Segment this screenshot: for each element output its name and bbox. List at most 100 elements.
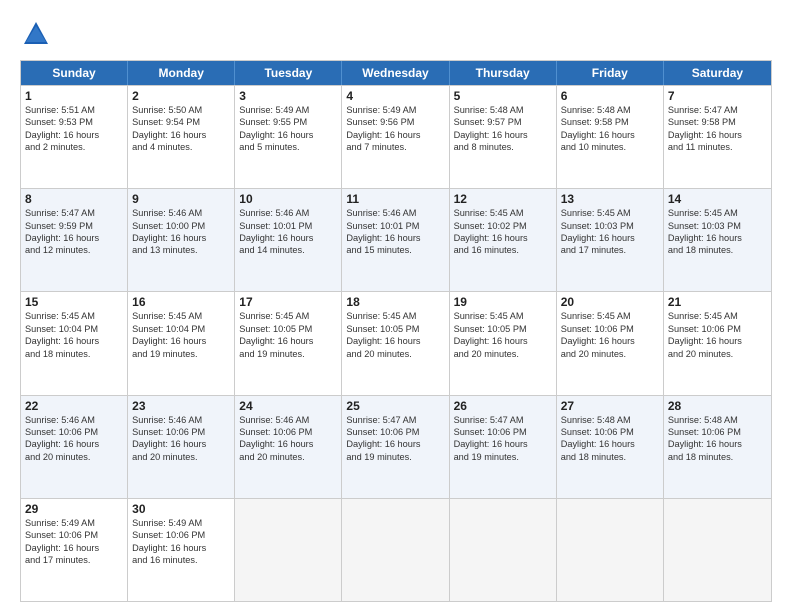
cell-line: and 18 minutes. [668, 451, 767, 463]
cell-line: Sunrise: 5:45 AM [561, 310, 659, 322]
cell-line: and 8 minutes. [454, 141, 552, 153]
cell-line: and 20 minutes. [132, 451, 230, 463]
day-number: 7 [668, 89, 767, 103]
cell-line: and 19 minutes. [239, 348, 337, 360]
cell-line: and 16 minutes. [454, 244, 552, 256]
cell-line: and 17 minutes. [25, 554, 123, 566]
day-number: 4 [346, 89, 444, 103]
calendar-cell: 14Sunrise: 5:45 AMSunset: 10:03 PMDaylig… [664, 189, 771, 291]
cell-line: and 19 minutes. [454, 451, 552, 463]
cell-line: Sunrise: 5:45 AM [454, 207, 552, 219]
calendar-row-2: 15Sunrise: 5:45 AMSunset: 10:04 PMDaylig… [21, 291, 771, 394]
day-number: 22 [25, 399, 123, 413]
cell-line: Sunset: 10:06 PM [132, 426, 230, 438]
calendar-cell: 26Sunrise: 5:47 AMSunset: 10:06 PMDaylig… [450, 396, 557, 498]
cell-line: Daylight: 16 hours [561, 335, 659, 347]
cell-line: Daylight: 16 hours [454, 438, 552, 450]
calendar-cell: 2Sunrise: 5:50 AMSunset: 9:54 PMDaylight… [128, 86, 235, 188]
cell-line: Sunset: 9:56 PM [346, 116, 444, 128]
cell-line: Sunrise: 5:46 AM [132, 414, 230, 426]
header-day-friday: Friday [557, 61, 664, 85]
day-number: 29 [25, 502, 123, 516]
header-day-tuesday: Tuesday [235, 61, 342, 85]
calendar-cell: 10Sunrise: 5:46 AMSunset: 10:01 PMDaylig… [235, 189, 342, 291]
calendar-body: 1Sunrise: 5:51 AMSunset: 9:53 PMDaylight… [21, 85, 771, 601]
cell-line: Sunset: 10:05 PM [454, 323, 552, 335]
cell-line: Sunrise: 5:45 AM [346, 310, 444, 322]
calendar-cell [342, 499, 449, 601]
calendar-cell: 9Sunrise: 5:46 AMSunset: 10:00 PMDayligh… [128, 189, 235, 291]
calendar-cell: 28Sunrise: 5:48 AMSunset: 10:06 PMDaylig… [664, 396, 771, 498]
cell-line: Daylight: 16 hours [668, 129, 767, 141]
day-number: 21 [668, 295, 767, 309]
calendar-cell [450, 499, 557, 601]
cell-line: Sunrise: 5:48 AM [561, 104, 659, 116]
calendar-cell: 3Sunrise: 5:49 AMSunset: 9:55 PMDaylight… [235, 86, 342, 188]
day-number: 23 [132, 399, 230, 413]
day-number: 25 [346, 399, 444, 413]
cell-line: and 20 minutes. [668, 348, 767, 360]
calendar-cell: 13Sunrise: 5:45 AMSunset: 10:03 PMDaylig… [557, 189, 664, 291]
cell-line: Sunrise: 5:45 AM [25, 310, 123, 322]
cell-line: Sunrise: 5:49 AM [25, 517, 123, 529]
header [20, 18, 772, 50]
calendar: SundayMondayTuesdayWednesdayThursdayFrid… [20, 60, 772, 602]
header-day-thursday: Thursday [450, 61, 557, 85]
cell-line: Sunrise: 5:48 AM [561, 414, 659, 426]
cell-line: Sunset: 10:06 PM [25, 426, 123, 438]
calendar-cell: 16Sunrise: 5:45 AMSunset: 10:04 PMDaylig… [128, 292, 235, 394]
cell-line: and 5 minutes. [239, 141, 337, 153]
cell-line: Sunrise: 5:47 AM [346, 414, 444, 426]
cell-line: and 7 minutes. [346, 141, 444, 153]
cell-line: Sunrise: 5:47 AM [454, 414, 552, 426]
day-number: 11 [346, 192, 444, 206]
day-number: 8 [25, 192, 123, 206]
cell-line: Daylight: 16 hours [25, 438, 123, 450]
cell-line: Sunrise: 5:48 AM [668, 414, 767, 426]
cell-line: Sunset: 10:04 PM [25, 323, 123, 335]
cell-line: Sunrise: 5:46 AM [346, 207, 444, 219]
calendar-row-0: 1Sunrise: 5:51 AMSunset: 9:53 PMDaylight… [21, 85, 771, 188]
header-day-saturday: Saturday [664, 61, 771, 85]
cell-line: Daylight: 16 hours [132, 542, 230, 554]
cell-line: Daylight: 16 hours [454, 232, 552, 244]
calendar-cell: 20Sunrise: 5:45 AMSunset: 10:06 PMDaylig… [557, 292, 664, 394]
cell-line: Sunrise: 5:46 AM [239, 207, 337, 219]
cell-line: Sunrise: 5:49 AM [132, 517, 230, 529]
cell-line: Sunset: 10:06 PM [346, 426, 444, 438]
day-number: 1 [25, 89, 123, 103]
cell-line: and 20 minutes. [25, 451, 123, 463]
cell-line: Sunrise: 5:45 AM [454, 310, 552, 322]
cell-line: and 14 minutes. [239, 244, 337, 256]
cell-line: Sunrise: 5:45 AM [132, 310, 230, 322]
cell-line: and 19 minutes. [132, 348, 230, 360]
day-number: 27 [561, 399, 659, 413]
cell-line: Sunset: 9:58 PM [668, 116, 767, 128]
cell-line: and 2 minutes. [25, 141, 123, 153]
cell-line: Sunset: 10:02 PM [454, 220, 552, 232]
day-number: 6 [561, 89, 659, 103]
calendar-row-3: 22Sunrise: 5:46 AMSunset: 10:06 PMDaylig… [21, 395, 771, 498]
calendar-cell: 12Sunrise: 5:45 AMSunset: 10:02 PMDaylig… [450, 189, 557, 291]
cell-line: Sunset: 9:58 PM [561, 116, 659, 128]
cell-line: Daylight: 16 hours [561, 438, 659, 450]
cell-line: Sunset: 9:55 PM [239, 116, 337, 128]
calendar-cell: 6Sunrise: 5:48 AMSunset: 9:58 PMDaylight… [557, 86, 664, 188]
day-number: 15 [25, 295, 123, 309]
cell-line: and 16 minutes. [132, 554, 230, 566]
cell-line: Daylight: 16 hours [668, 232, 767, 244]
cell-line: Sunset: 9:54 PM [132, 116, 230, 128]
cell-line: Sunrise: 5:47 AM [668, 104, 767, 116]
cell-line: and 19 minutes. [346, 451, 444, 463]
cell-line: Sunrise: 5:46 AM [239, 414, 337, 426]
header-day-wednesday: Wednesday [342, 61, 449, 85]
cell-line: Sunset: 10:04 PM [132, 323, 230, 335]
calendar-cell: 8Sunrise: 5:47 AMSunset: 9:59 PMDaylight… [21, 189, 128, 291]
cell-line: Sunrise: 5:46 AM [25, 414, 123, 426]
cell-line: Daylight: 16 hours [454, 335, 552, 347]
cell-line: Daylight: 16 hours [346, 232, 444, 244]
cell-line: Sunrise: 5:50 AM [132, 104, 230, 116]
calendar-cell [235, 499, 342, 601]
calendar-cell: 25Sunrise: 5:47 AMSunset: 10:06 PMDaylig… [342, 396, 449, 498]
cell-line: Daylight: 16 hours [132, 232, 230, 244]
